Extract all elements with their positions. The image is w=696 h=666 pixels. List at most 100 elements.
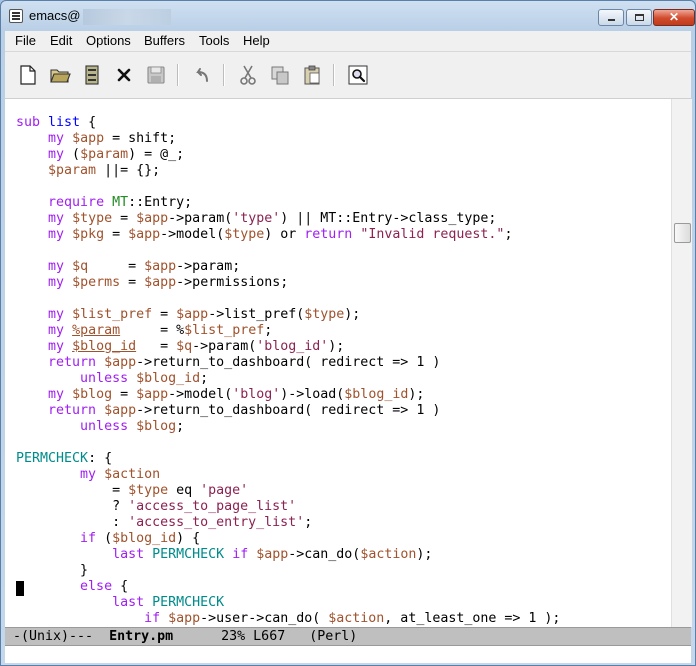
code-line: my $q = $app->param; [16, 259, 560, 275]
menu-file[interactable]: File [15, 33, 36, 48]
code-token: return [48, 403, 97, 418]
code-line: my $list_pref = $app->list_pref($type); [16, 307, 560, 323]
open-folder-icon [50, 69, 71, 83]
code-token: my [48, 323, 65, 338]
code-token: else [80, 579, 113, 594]
code-line: my $blog_id = $q->param('blog_id'); [16, 339, 560, 355]
menu-edit[interactable]: Edit [50, 33, 72, 48]
mode-line-position: 23% L667 (Perl) [173, 629, 358, 644]
menu-options[interactable]: Options [86, 33, 131, 48]
code-token: ->return_to_dashboard( redirect => 1 ) [136, 355, 441, 370]
close-button[interactable]: ✕ [653, 9, 695, 26]
code-token: ) || MT::Entry->class_type; [280, 211, 497, 226]
source-code[interactable]: sub list { my $app = shift; my ($param) … [16, 115, 560, 627]
code-token: ->model( [160, 227, 225, 242]
menu-help[interactable]: Help [243, 33, 270, 48]
code-token: $type [304, 307, 345, 322]
cut-button[interactable] [237, 64, 259, 86]
code-token: last [112, 547, 145, 562]
save-icon [147, 66, 165, 84]
code-token: = [104, 227, 129, 242]
toolbar-separator [177, 64, 179, 86]
search-button[interactable] [347, 64, 369, 86]
code-token: $action [104, 467, 161, 482]
code-token: ? [16, 499, 129, 514]
code-token: ->list_pref( [208, 307, 305, 322]
code-token: $app [136, 211, 169, 226]
code-token: "Invalid request." [360, 227, 505, 242]
scrollbar-thumb[interactable] [674, 223, 691, 243]
code-token: last [112, 595, 145, 610]
undo-button[interactable] [191, 64, 213, 86]
code-token: $blog_id [136, 371, 201, 386]
buffer-name: Entry.pm [109, 629, 174, 644]
code-token: $type [128, 483, 169, 498]
code-token: ; [264, 323, 273, 338]
code-token: { [80, 115, 97, 130]
kill-buffer-button[interactable] [113, 64, 135, 86]
code-token: $param [80, 147, 129, 162]
code-token: unless [80, 419, 129, 434]
code-token: ) = @_; [128, 147, 185, 162]
code-token: ( [96, 531, 113, 546]
menu-buffers[interactable]: Buffers [144, 33, 185, 48]
tool-bar [5, 52, 691, 99]
title-bar[interactable]: emacs@ ✕ [1, 1, 695, 31]
code-line: my ($param) = @_; [16, 147, 560, 163]
code-token: ->permissions; [176, 275, 289, 290]
open-folder-button[interactable] [49, 64, 71, 86]
vertical-scrollbar[interactable] [671, 99, 692, 627]
code-token: my [48, 307, 65, 322]
code-token: = [152, 307, 177, 322]
search-icon [348, 65, 368, 85]
code-token: ->model( [168, 387, 233, 402]
text-cursor [16, 581, 24, 596]
code-token: my [48, 147, 65, 162]
code-line: PERMCHECK: { [16, 451, 560, 467]
new-file-button[interactable] [17, 64, 39, 86]
code-token: $list_pref [72, 307, 153, 322]
cut-icon [240, 65, 256, 85]
code-line: if $app->user->can_do( $action, at_least… [16, 611, 560, 627]
minimize-button[interactable] [598, 9, 624, 26]
code-token: %param [72, 323, 121, 338]
menu-tools[interactable]: Tools [199, 33, 229, 48]
code-token: $app [144, 259, 177, 274]
hostname-redacted [83, 9, 171, 25]
code-token: 'page' [200, 483, 249, 498]
code-token: = % [120, 323, 185, 338]
code-token: ); [328, 339, 345, 354]
code-token: ->param( [168, 211, 233, 226]
code-line: my %param = %$list_pref; [16, 323, 560, 339]
editor-buffer[interactable]: sub list { my $app = shift; my ($param) … [5, 99, 671, 627]
copy-button[interactable] [269, 64, 291, 86]
code-token: $list_pref [184, 323, 265, 338]
code-token: $blog_id [112, 531, 177, 546]
echo-area[interactable] [5, 646, 691, 663]
maximize-button[interactable] [626, 9, 652, 26]
code-token: = [88, 259, 145, 274]
code-token: ; [176, 419, 185, 434]
code-token: : { [88, 451, 113, 466]
code-line: sub list { [16, 115, 560, 131]
code-token: $app [256, 547, 289, 562]
save-button[interactable] [145, 64, 167, 86]
code-token: ) { [176, 531, 201, 546]
paste-button[interactable] [301, 64, 323, 86]
code-token: eq [168, 483, 201, 498]
code-token: 'access_to_entry_list' [128, 515, 305, 530]
code-token: $perms [72, 275, 121, 290]
dired-button[interactable] [81, 64, 103, 86]
undo-icon [196, 68, 208, 82]
code-token: = [136, 339, 177, 354]
